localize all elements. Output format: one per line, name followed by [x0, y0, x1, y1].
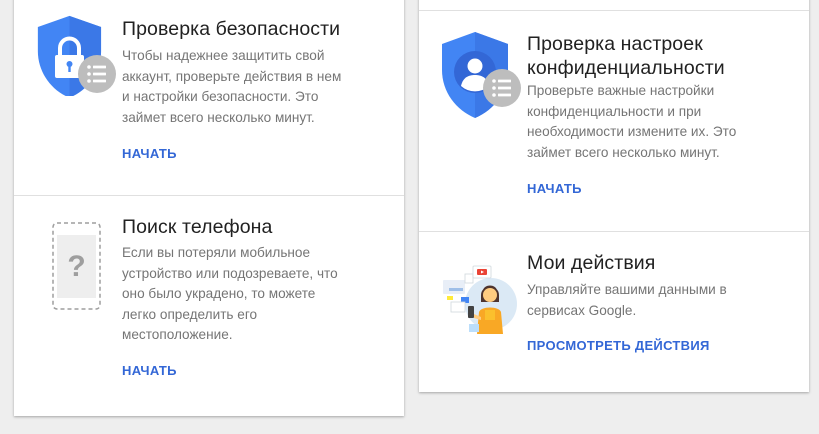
svg-text:?: ?	[67, 250, 85, 283]
shield-lock-icon	[36, 14, 118, 98]
phone-question-icon: ?	[52, 222, 102, 312]
find-phone-start-button[interactable]: НАЧАТЬ	[122, 363, 177, 378]
my-activity-title: Мои действия	[527, 252, 656, 274]
activity-illustration-icon	[441, 262, 521, 342]
right-card: Проверка настроек конфиденциальности Про…	[419, 0, 809, 392]
find-phone-section: ? Поиск телефона Если вы потеряли мобиль…	[14, 196, 404, 416]
privacy-checkup-start-button[interactable]: НАЧАТЬ	[527, 181, 582, 196]
my-activity-description: Управляйте вашими данными в сервисах Goo…	[527, 282, 727, 318]
find-phone-description: Если вы потеряли мобильное устройство ил…	[122, 245, 338, 342]
find-phone-title: Поиск телефона	[122, 216, 273, 238]
left-card: Проверка безопасности Чтобы надежнее защ…	[14, 0, 404, 416]
security-checkup-start-button[interactable]: НАЧАТЬ	[122, 146, 177, 161]
privacy-checkup-description: Проверьте важные настройки конфиденциаль…	[527, 83, 737, 160]
security-checkup-section: Проверка безопасности Чтобы надежнее защ…	[14, 0, 404, 197]
security-checkup-title: Проверка безопасности	[122, 18, 341, 40]
view-activity-button[interactable]: ПРОСМОТРЕТЬ ДЕЙСТВИЯ	[527, 338, 710, 353]
shield-person-icon	[441, 32, 523, 118]
privacy-checkup-section: Проверка настроек конфиденциальности Про…	[419, 11, 809, 231]
security-checkup-description: Чтобы надежнее защитить свой аккаунт, пр…	[122, 48, 342, 125]
my-activity-section: Мои действия Управляйте вашими данными в…	[419, 232, 809, 392]
privacy-checkup-title: Проверка настроек конфиденциальности	[527, 33, 725, 79]
